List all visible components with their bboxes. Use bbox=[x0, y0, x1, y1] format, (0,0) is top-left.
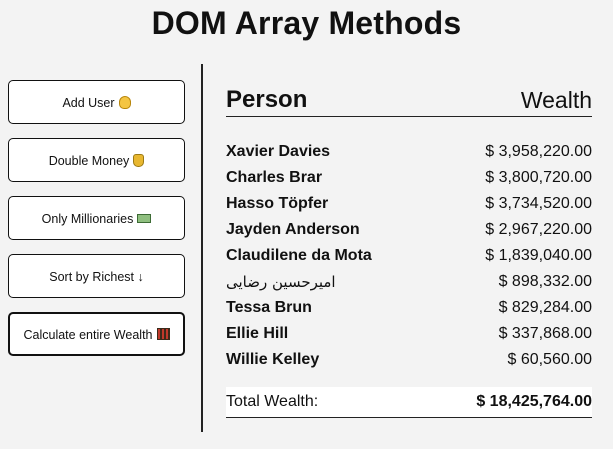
sort-by-richest-button[interactable]: Sort by Richest ↓ bbox=[8, 254, 185, 298]
person-wealth: $ 1,839,040.00 bbox=[485, 247, 592, 264]
calculate-wealth-label: Calculate entire Wealth bbox=[23, 328, 153, 342]
person-name: Claudilene da Mota bbox=[226, 247, 372, 264]
person-wealth: $ 60,560.00 bbox=[507, 351, 592, 368]
person-wealth: $ 2,967,220.00 bbox=[485, 221, 592, 238]
person-wealth: $ 3,958,220.00 bbox=[485, 143, 592, 160]
person-name: Ellie Hill bbox=[226, 325, 289, 342]
abacus-icon bbox=[156, 328, 170, 341]
person-row: Jayden Anderson $ 2,967,220.00 bbox=[226, 217, 592, 243]
person-wealth: $ 337,868.00 bbox=[498, 325, 592, 342]
total-wealth-row: Total Wealth: $ 18,425,764.00 bbox=[226, 387, 592, 418]
calculate-wealth-button[interactable]: Calculate entire Wealth bbox=[8, 312, 185, 356]
wealth-table: Person Wealth Xavier Davies $ 3,958,220.… bbox=[226, 78, 592, 418]
sort-by-richest-label: Sort by Richest ↓ bbox=[49, 270, 144, 284]
person-wealth: $ 898,332.00 bbox=[498, 273, 592, 290]
person-row: امیرحسین رضایی $ 898,332.00 bbox=[226, 269, 592, 295]
person-column-header: Person bbox=[226, 86, 308, 113]
double-money-label: Double Money bbox=[48, 154, 130, 168]
total-wealth-value: $ 18,425,764.00 bbox=[476, 393, 592, 410]
add-user-label: Add User bbox=[62, 96, 115, 110]
total-wealth-label: Total Wealth: bbox=[226, 393, 319, 410]
vertical-divider bbox=[201, 64, 203, 432]
person-row: Charles Brar $ 3,800,720.00 bbox=[226, 165, 592, 191]
only-millionaires-label: Only Millionaries bbox=[41, 212, 134, 226]
double-money-button[interactable]: Double Money bbox=[8, 138, 185, 182]
person-name: Charles Brar bbox=[226, 169, 323, 186]
person-name: Hasso Töpfer bbox=[226, 195, 329, 212]
only-millionaires-button[interactable]: Only Millionaries bbox=[8, 196, 185, 240]
wealth-column-header: Wealth bbox=[520, 87, 592, 113]
person-wealth: $ 829,284.00 bbox=[498, 299, 592, 316]
person-row: Willie Kelley $ 60,560.00 bbox=[226, 347, 592, 373]
dollar-banknote-icon bbox=[137, 214, 152, 224]
page-title: DOM Array Methods bbox=[151, 5, 462, 41]
person-list: Xavier Davies $ 3,958,220.00 Charles Bra… bbox=[226, 139, 592, 373]
person-wealth: $ 3,734,520.00 bbox=[485, 195, 592, 212]
person-name: Tessa Brun bbox=[226, 299, 312, 316]
person-row: Claudilene da Mota $ 1,839,040.00 bbox=[226, 243, 592, 269]
table-header: Person Wealth bbox=[226, 78, 592, 117]
money-bag-icon bbox=[133, 153, 145, 167]
person-row: Ellie Hill $ 337,868.00 bbox=[226, 321, 592, 347]
person-wealth: $ 3,800,720.00 bbox=[485, 169, 592, 186]
person-row: Xavier Davies $ 3,958,220.00 bbox=[226, 139, 592, 165]
person-name: Willie Kelley bbox=[226, 351, 320, 368]
person-row: Hasso Töpfer $ 3,734,520.00 bbox=[226, 191, 592, 217]
person-row: Tessa Brun $ 829,284.00 bbox=[226, 295, 592, 321]
person-name: Jayden Anderson bbox=[226, 221, 360, 238]
person-name: Xavier Davies bbox=[226, 143, 331, 160]
add-user-button[interactable]: Add User bbox=[8, 80, 185, 124]
person-name: امیرحسین رضایی bbox=[226, 273, 336, 291]
sidebar: Add User Double Money Only Millionaries … bbox=[8, 80, 185, 370]
man-face-icon bbox=[118, 95, 131, 109]
